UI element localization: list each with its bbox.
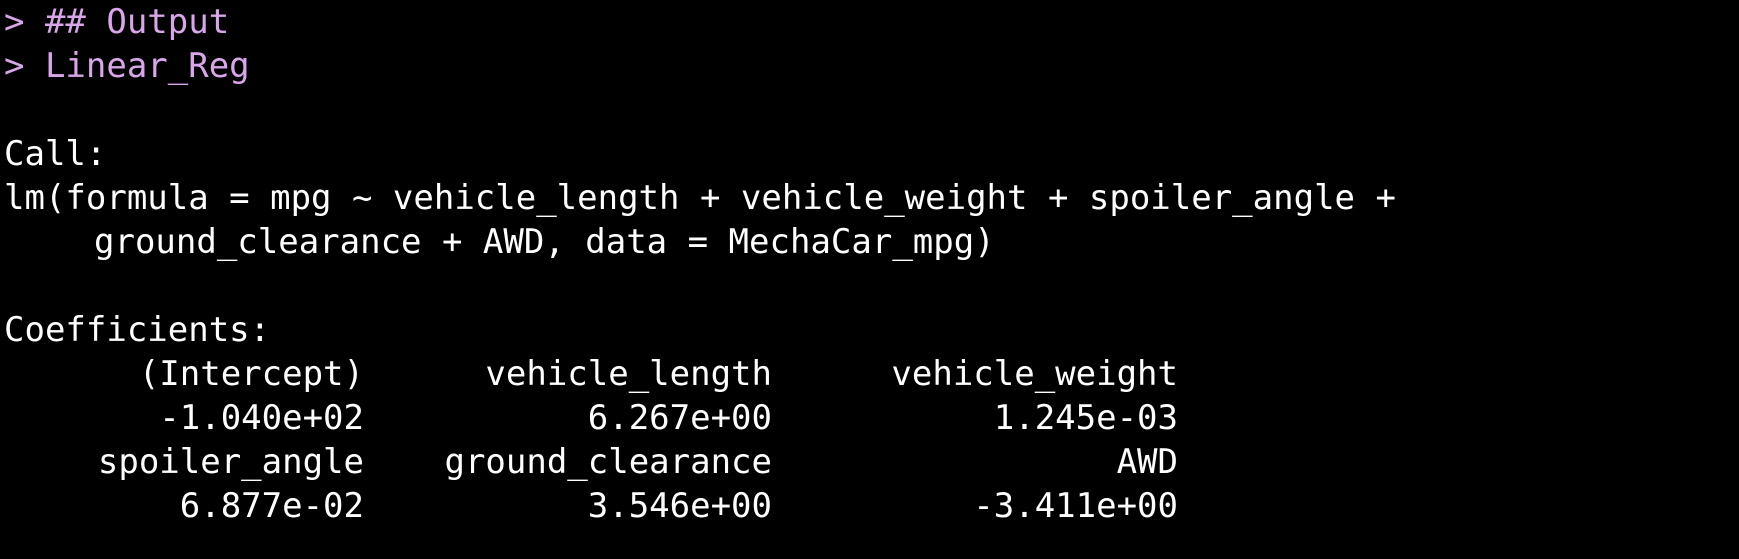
coefficient-values-row: -1.040e+02 6.267e+00 1.245e-03 xyxy=(4,396,1739,440)
coefficient-name: (Intercept) xyxy=(138,354,364,394)
coefficients-label: Coefficients: xyxy=(4,310,271,350)
coefficient-values-row: 6.877e-02 3.546e+00 -3.411e+00 xyxy=(4,484,1739,528)
coefficient-value: 6.267e+00 xyxy=(587,398,772,438)
console-input-line: > ## Output xyxy=(4,2,230,42)
coefficient-names-row: spoiler_angle ground_clearance AWD xyxy=(4,440,1739,484)
coefficient-names-row: (Intercept) vehicle_length vehicle_weigh… xyxy=(4,352,1739,396)
coefficient-name: spoiler_angle xyxy=(97,442,364,482)
coefficient-value: -3.411e+00 xyxy=(973,486,1178,526)
console-input-line: > Linear_Reg xyxy=(4,46,250,86)
coefficient-value: 6.877e-02 xyxy=(179,486,364,526)
coefficient-name: vehicle_weight xyxy=(891,354,1178,394)
call-formula-line: lm(formula = mpg ~ vehicle_length + vehi… xyxy=(4,178,1396,218)
coefficient-name: ground_clearance xyxy=(444,442,772,482)
call-label: Call: xyxy=(4,134,107,174)
coefficient-value: 3.546e+00 xyxy=(587,486,772,526)
coefficient-value: -1.040e+02 xyxy=(159,398,364,438)
coefficient-name: AWD xyxy=(1116,442,1178,482)
coefficient-name: vehicle_length xyxy=(485,354,772,394)
coefficient-value: 1.245e-03 xyxy=(993,398,1178,438)
call-formula-line: ground_clearance + AWD, data = MechaCar_… xyxy=(94,222,995,262)
r-console[interactable]: > ## Output > Linear_Reg Call: lm(formul… xyxy=(0,0,1739,559)
